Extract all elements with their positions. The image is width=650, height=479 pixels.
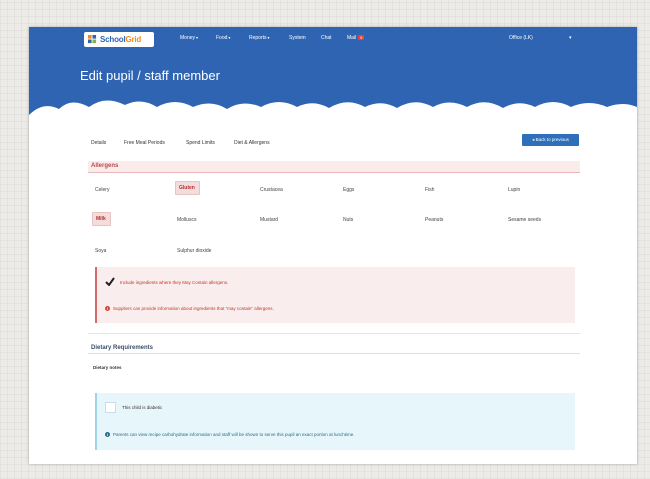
allergen-milk[interactable]: Milk: [92, 212, 111, 226]
allergen-peanuts[interactable]: Peanuts: [425, 217, 443, 223]
section-divider: [88, 333, 580, 334]
nav-mail-label: Mail: [347, 35, 357, 41]
logo-mark-icon: [88, 35, 97, 44]
allergen-celery[interactable]: Celery: [95, 187, 109, 193]
allergen-eggs[interactable]: Eggs: [343, 187, 354, 193]
top-navigation: SchoolGrid Money▾ Food▾ Reports▾ System …: [29, 27, 637, 49]
schoolgrid-logo[interactable]: SchoolGrid: [84, 32, 154, 47]
nav-food[interactable]: Food▾: [216, 35, 230, 41]
chevron-down-icon: ▾: [196, 35, 199, 40]
allergen-molluscs[interactable]: Molluscs: [177, 217, 196, 223]
tab-spend-limits[interactable]: Spend Limits: [186, 140, 215, 146]
logo-text: SchoolGrid: [100, 35, 141, 44]
chevron-down-icon: ▾: [569, 35, 572, 41]
app-screen: SchoolGrid Money▾ Food▾ Reports▾ System …: [29, 27, 637, 464]
checkmark-icon[interactable]: [105, 277, 115, 286]
user-menu[interactable]: Office (LK): [509, 35, 533, 41]
allergen-lupin[interactable]: Lupin: [508, 187, 520, 193]
info-icon: i: [105, 432, 110, 437]
nav-chat[interactable]: Chat: [321, 35, 332, 41]
chevron-down-icon: ▾: [267, 35, 270, 40]
logo-text-grid: Grid: [125, 35, 142, 44]
user-menu-caret[interactable]: ▾: [569, 35, 572, 41]
allergen-sulphur-dioxide[interactable]: Sulphur dioxide: [177, 248, 211, 254]
nav-money[interactable]: Money▾: [180, 35, 198, 41]
allergen-fish[interactable]: Fish: [425, 187, 434, 193]
may-contain-info: Suppliers can provide information about …: [113, 306, 274, 311]
dietary-section-underline: [88, 353, 580, 354]
allergens-heading: Allergens: [91, 163, 119, 169]
nav-system[interactable]: System: [289, 35, 306, 41]
nav-system-label: System: [289, 35, 306, 41]
back-to-previous-button[interactable]: ◂ Back to previous: [522, 134, 579, 146]
logo-text-school: School: [100, 35, 126, 44]
allergen-sesame-seeds[interactable]: Sesame seeds: [508, 217, 541, 223]
nav-mail[interactable]: Mail 9: [347, 35, 365, 41]
header-banner: SchoolGrid Money▾ Food▾ Reports▾ System …: [29, 27, 637, 131]
mail-count-badge: 9: [358, 35, 365, 40]
page-title: Edit pupil / staff member: [80, 68, 220, 83]
nav-chat-label: Chat: [321, 35, 332, 41]
allergen-soya[interactable]: Soya: [95, 248, 106, 254]
allergen-gluten[interactable]: Gluten: [175, 181, 200, 195]
tab-details[interactable]: Details: [91, 140, 106, 146]
nav-food-label: Food: [216, 35, 228, 41]
tab-diet-allergens[interactable]: Diet & Allergens: [234, 140, 270, 146]
allergen-mustard[interactable]: Mustard: [260, 217, 278, 223]
allergens-section-header: Allergens: [88, 161, 580, 173]
chevron-down-icon: ▾: [228, 35, 231, 40]
dietary-notes-label: Dietary notes: [93, 365, 122, 370]
nav-reports[interactable]: Reports▾: [249, 35, 270, 41]
dietary-requirements-heading: Dietary Requirements: [91, 345, 154, 351]
info-icon: !: [105, 306, 110, 311]
diabetic-info: Parents can view recipe carbohydrate inf…: [113, 432, 355, 437]
nav-money-label: Money: [180, 35, 196, 41]
may-contain-checkbox-label[interactable]: Include ingredients where they May Conta…: [120, 280, 228, 285]
allergen-crustacea[interactable]: Crustacea: [260, 187, 283, 193]
user-name: Office (LK): [509, 35, 533, 41]
nav-reports-label: Reports: [249, 35, 267, 41]
tab-free-meal-periods[interactable]: Free Meal Periods: [124, 140, 165, 146]
diabetic-checkbox[interactable]: [105, 402, 116, 413]
allergen-nuts[interactable]: Nuts: [343, 217, 353, 223]
cloud-decoration: [29, 100, 637, 131]
may-contain-panel: Include ingredients where they May Conta…: [95, 267, 575, 323]
diabetic-panel: This child is diabetic i Parents can vie…: [95, 393, 575, 450]
diabetic-checkbox-label[interactable]: This child is diabetic: [122, 405, 162, 410]
